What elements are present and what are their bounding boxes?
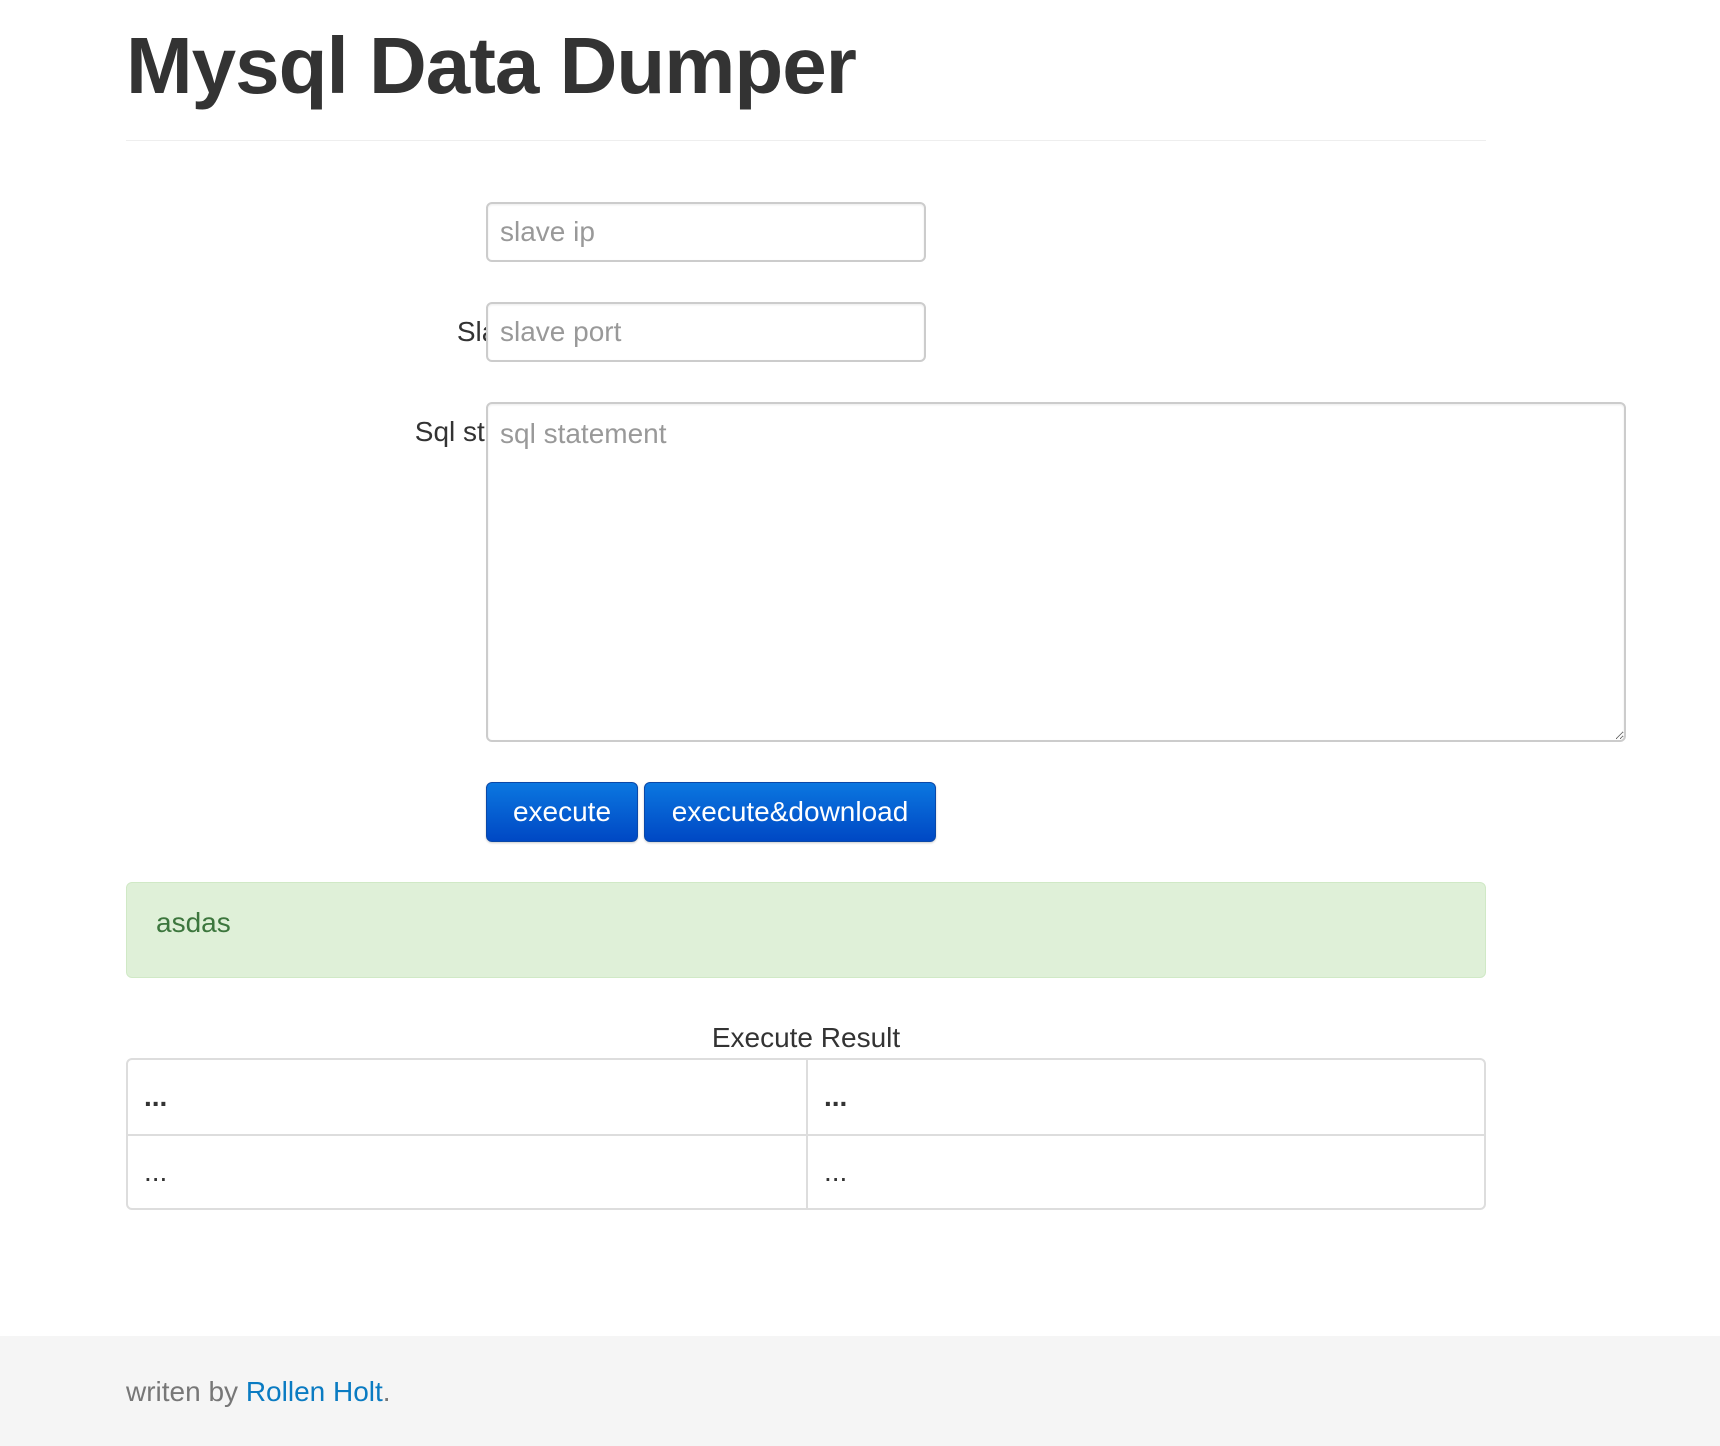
execute-download-button[interactable]: execute&download bbox=[644, 782, 936, 842]
result-caption: Execute Result bbox=[711, 1022, 901, 1053]
success-alert: asdas bbox=[126, 882, 1486, 978]
alert-text: asdas bbox=[156, 907, 231, 938]
footer-prefix: writen by bbox=[126, 1376, 246, 1407]
sql-statement-textarea[interactable] bbox=[486, 402, 1626, 742]
table-cell: ... bbox=[128, 1134, 806, 1208]
table-cell: ... bbox=[806, 1134, 1484, 1208]
page: Mysql Data Dumper Slave Ip Slave Port Sq… bbox=[0, 0, 1720, 1446]
execute-button[interactable]: execute bbox=[486, 782, 638, 842]
slave-port-input[interactable] bbox=[486, 302, 926, 362]
page-header: Mysql Data Dumper bbox=[126, 0, 1486, 141]
footer-text: writen by Rollen Holt. bbox=[126, 1376, 391, 1408]
footer-suffix: . bbox=[382, 1376, 391, 1407]
table-header-row: ... ... bbox=[128, 1060, 1484, 1134]
table-header-cell: ... bbox=[144, 1081, 168, 1112]
footer: writen by Rollen Holt. bbox=[0, 1336, 1720, 1446]
result-table: ... ... ... ... bbox=[126, 1058, 1486, 1210]
page-title: Mysql Data Dumper bbox=[126, 21, 857, 110]
main-container: Mysql Data Dumper Slave Ip Slave Port Sq… bbox=[126, 0, 1626, 1210]
table-header-cell: ... bbox=[806, 1060, 1484, 1134]
table-row: ... ... bbox=[128, 1134, 1484, 1208]
slave-ip-input[interactable] bbox=[486, 202, 926, 262]
author-link[interactable]: Rollen Holt bbox=[246, 1376, 383, 1407]
